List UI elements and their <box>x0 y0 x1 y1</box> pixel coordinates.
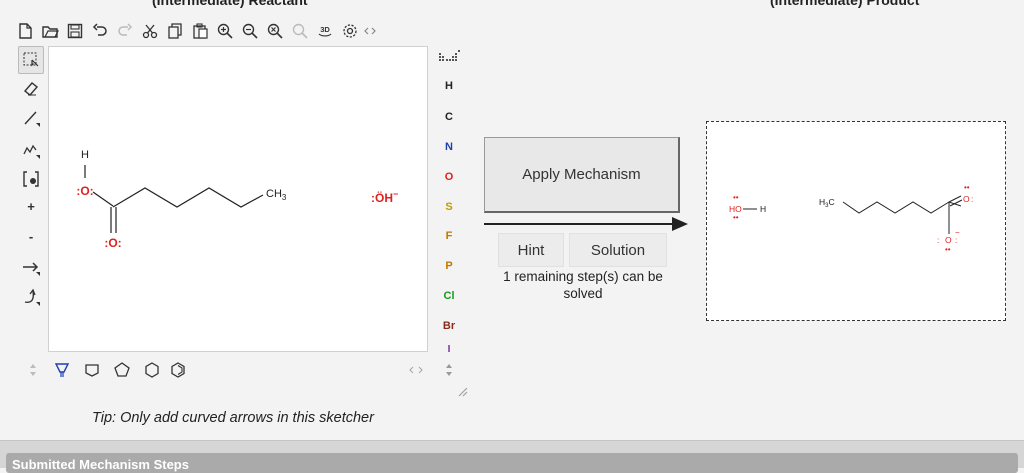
hint-button[interactable]: Hint <box>498 233 564 267</box>
submitted-steps-section: Submitted Mechanism Steps <box>0 440 1024 473</box>
3d-label: 3D <box>320 25 330 34</box>
element-c-button[interactable]: C <box>436 111 462 123</box>
remaining-steps-text: 1 remaining step(s) can be solved <box>503 269 663 301</box>
svg-text::: : <box>937 236 939 245</box>
product-charge: − <box>955 228 960 237</box>
reactant-structure: H :O: :O: CH3 :ÖH− <box>76 149 398 250</box>
template-expand-icon[interactable] <box>406 360 426 380</box>
cut-icon[interactable] <box>139 20 161 42</box>
atom-o-carbonyl[interactable]: :O: <box>104 236 121 250</box>
reactant-header: (Intermediate) Reactant <box>152 0 308 8</box>
select-tool[interactable] <box>18 46 44 74</box>
benzene-template-icon[interactable] <box>168 360 188 380</box>
element-f-button[interactable]: F <box>436 230 462 242</box>
charge-minus-button[interactable]: - <box>18 222 44 250</box>
reaction-arrow-icon[interactable] <box>18 253 44 281</box>
zoom-in-icon[interactable] <box>214 20 236 42</box>
redo-icon[interactable] <box>114 20 136 42</box>
paste-icon[interactable] <box>189 20 211 42</box>
resize-grip-icon[interactable] <box>458 384 468 402</box>
element-p-button[interactable]: P <box>436 260 462 272</box>
undo-icon[interactable] <box>89 20 111 42</box>
sketcher-tip: Tip: Only add curved arrows in this sket… <box>92 410 374 426</box>
copy-icon[interactable] <box>164 20 186 42</box>
eraser-icon[interactable] <box>18 74 44 102</box>
product-o-carbonyl: O <box>963 194 970 204</box>
chain-icon[interactable] <box>18 136 44 164</box>
element-n-button[interactable]: N <box>436 141 462 153</box>
bracket-icon[interactable] <box>18 165 44 193</box>
svg-text:••: •• <box>945 245 951 254</box>
cyclopropane-template-icon[interactable] <box>52 360 72 380</box>
submitted-steps-title: Submitted Mechanism Steps <box>12 457 189 472</box>
svg-text:••: •• <box>964 183 970 192</box>
template-scroll-icon[interactable] <box>28 360 38 380</box>
charge-plus-button[interactable]: + <box>18 192 44 220</box>
palette-scroll-icon[interactable] <box>445 362 453 383</box>
svg-text:••: •• <box>733 193 739 202</box>
zoom-fit-icon[interactable] <box>289 20 311 42</box>
sketcher-canvas[interactable]: H :O: :O: CH3 :ÖH− <box>48 46 428 352</box>
new-document-icon[interactable] <box>14 20 36 42</box>
apply-mechanism-button[interactable]: Apply Mechanism <box>484 137 680 213</box>
zoom-reset-icon[interactable] <box>264 20 286 42</box>
element-br-button[interactable]: Br <box>436 320 462 332</box>
open-icon[interactable] <box>39 20 61 42</box>
curved-arrow-icon[interactable] <box>18 283 44 311</box>
save-icon[interactable] <box>64 20 86 42</box>
cyclopentane-template-icon[interactable] <box>112 360 132 380</box>
cyclobutane-template-icon[interactable] <box>82 360 102 380</box>
product-h3c: H3C <box>819 197 835 209</box>
product-water-h: H <box>760 204 766 214</box>
periodic-table-icon[interactable] <box>438 50 460 64</box>
element-s-button[interactable]: S <box>436 201 462 213</box>
single-bond-icon[interactable] <box>18 104 44 132</box>
hydroxide-ion[interactable]: :ÖH− <box>371 189 398 205</box>
settings-icon[interactable] <box>339 20 361 42</box>
product-o-alkoxide: O <box>945 235 952 245</box>
element-o-button[interactable]: O <box>436 171 462 183</box>
svg-text:••: •• <box>733 213 739 222</box>
atom-o-hydroxyl[interactable]: :O: <box>76 184 93 198</box>
element-cl-button[interactable]: Cl <box>436 290 462 302</box>
sketcher-toolbar: 3D <box>14 18 379 44</box>
cyclohexane-template-icon[interactable] <box>142 360 162 380</box>
product-structure: HO •• •• H H3C O : •• O : : •• − <box>729 183 973 254</box>
element-i-button[interactable]: I <box>436 344 462 352</box>
element-h-button[interactable]: H <box>436 80 462 92</box>
svg-text::: : <box>971 195 973 204</box>
atom-ch3[interactable]: CH3 <box>266 188 287 202</box>
atom-h[interactable]: H <box>81 149 89 161</box>
3d-view-icon[interactable]: 3D <box>314 20 336 42</box>
zoom-out-icon[interactable] <box>239 20 261 42</box>
expand-icon[interactable] <box>364 20 376 42</box>
svg-text::: : <box>955 236 957 245</box>
product-panel: HO •• •• H H3C O : •• O : : •• − <box>706 121 1006 321</box>
product-header: (Intermediate) Product <box>770 0 920 8</box>
solution-button[interactable]: Solution <box>569 233 667 267</box>
